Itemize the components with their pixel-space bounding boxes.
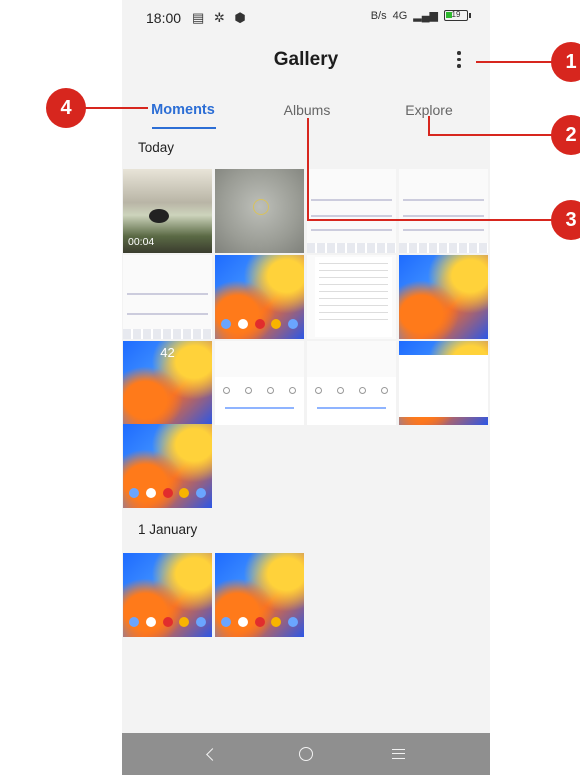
more-options-icon[interactable] (452, 48, 466, 72)
screenshot-thumbnail[interactable] (399, 341, 488, 425)
navigation-bar (122, 733, 490, 775)
photo-subject (253, 199, 269, 215)
callout-3-line (307, 219, 552, 221)
callout-1: 1 (551, 42, 580, 82)
home-icon (299, 747, 313, 761)
callout-1-line (476, 61, 552, 63)
signal-icon: ▂▄▆ (413, 10, 438, 22)
data-speed: B/s (370, 9, 387, 22)
callout-3-line (307, 118, 309, 221)
callout-2-line (428, 116, 430, 136)
wallpaper-thumbnail[interactable] (123, 553, 212, 637)
callout-4: 4 (46, 88, 86, 128)
photo-thumbnail[interactable] (215, 169, 304, 253)
screenshot-thumbnail[interactable] (307, 169, 396, 253)
back-icon (205, 747, 219, 761)
video-duration: 00:04 (128, 236, 155, 248)
phone-screen: 18:00 ▤ ✲ ⬢ B/s 4G ▂▄▆ 19 Gallery Moment… (122, 0, 490, 775)
wallpaper-thumbnail[interactable] (215, 553, 304, 637)
active-tab-indicator (152, 127, 216, 129)
tab-albums[interactable]: Albums (272, 102, 342, 118)
screenshot-thumbnail[interactable] (307, 255, 396, 339)
callout-2-line (428, 134, 552, 136)
network-type: 4G (392, 9, 408, 22)
section-header-january: 1 January (138, 522, 198, 537)
recents-icon (391, 749, 405, 759)
screenshot-thumbnail[interactable] (399, 169, 488, 253)
tab-moments[interactable]: Moments (148, 102, 218, 118)
lockscreen-thumbnail[interactable]: 42 (123, 341, 212, 425)
callout-3: 3 (551, 200, 580, 240)
back-button[interactable] (192, 733, 232, 775)
lockscreen-thumbnail[interactable] (399, 255, 488, 339)
screenshot-thumbnail[interactable] (307, 341, 396, 425)
section-header-today: Today (138, 140, 175, 155)
wallpaper-thumbnail[interactable] (123, 424, 212, 508)
screenshot-thumbnail[interactable] (215, 341, 304, 425)
battery-level: 19 (451, 10, 461, 19)
battery-icon: 19 (444, 10, 471, 21)
app-title: Gallery (273, 49, 339, 70)
photo-thumbnail[interactable]: 00:04 (123, 169, 212, 253)
recents-button[interactable] (378, 733, 418, 775)
status-bar: 18:00 ▤ ✲ ⬢ B/s 4G ▂▄▆ 19 (122, 0, 490, 40)
wallpaper-thumbnail[interactable] (215, 255, 304, 339)
home-button[interactable] (286, 733, 326, 775)
photo-subject (149, 209, 169, 223)
notification-icons: ▤ ✲ ⬢ (192, 10, 249, 25)
lock-clock: 42 (160, 345, 175, 360)
screenshot-thumbnail[interactable] (123, 255, 212, 339)
callout-4-line (84, 107, 148, 109)
callout-2: 2 (551, 115, 580, 155)
status-time: 18:00 (146, 10, 182, 26)
status-right: B/s 4G ▂▄▆ 19 (370, 9, 471, 22)
